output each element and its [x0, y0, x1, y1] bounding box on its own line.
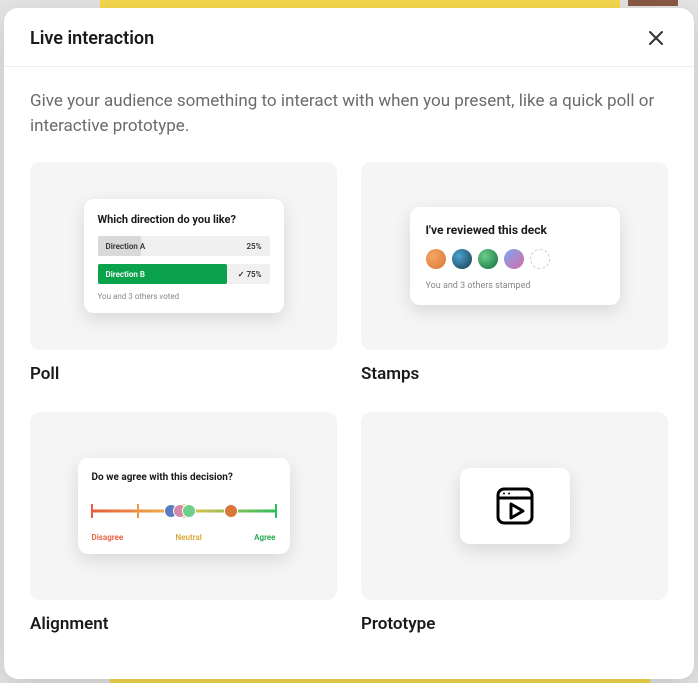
avatar [426, 249, 446, 269]
stamps-footer: You and 3 others stamped [426, 281, 604, 291]
prototype-preview-card [460, 468, 570, 544]
option-label: Poll [30, 364, 337, 384]
poll-thumbnail: Which direction do you like? Direction A… [30, 162, 337, 350]
option-label: Prototype [361, 614, 668, 634]
poll-choice-pct: ✓75% [238, 270, 262, 279]
alignment-preview-card: Do we agree with this decision? [78, 458, 290, 554]
avatar [478, 249, 498, 269]
option-label: Alignment [30, 614, 337, 634]
close-icon [647, 29, 665, 47]
poll-footer: You and 3 others voted [98, 292, 270, 301]
avatar [182, 504, 196, 518]
prototype-thumbnail [361, 412, 668, 600]
stamps-thumbnail: I've reviewed this deck You and 3 others… [361, 162, 668, 350]
stamps-title: I've reviewed this deck [426, 223, 604, 237]
option-prototype[interactable]: Prototype [361, 412, 668, 634]
play-frame-icon [493, 484, 537, 528]
modal-title: Live interaction [30, 28, 154, 49]
alignment-thumbnail: Do we agree with this decision? [30, 412, 337, 600]
avatar-placeholder [530, 249, 550, 269]
poll-choice-label: Direction A [98, 242, 146, 251]
label-agree: Agree [254, 533, 275, 542]
option-poll[interactable]: Which direction do you like? Direction A… [30, 162, 337, 384]
poll-choice-pct: 25% [246, 242, 261, 251]
label-disagree: Disagree [92, 533, 124, 542]
alignment-question: Do we agree with this decision? [92, 472, 276, 483]
scale-tick [137, 504, 139, 518]
option-stamps[interactable]: I've reviewed this deck You and 3 others… [361, 162, 668, 384]
modal-body: Give your audience something to interact… [4, 67, 694, 679]
avatar [452, 249, 472, 269]
scale-tick [91, 504, 93, 518]
scale-labels: Disagree Neutral Agree [92, 533, 276, 542]
poll-preview-card: Which direction do you like? Direction A… [84, 199, 284, 313]
live-interaction-modal: Live interaction Give your audience some… [4, 8, 694, 679]
modal-header: Live interaction [4, 8, 694, 67]
poll-choice-label: Direction B [98, 270, 145, 279]
avatar-cluster [224, 504, 238, 518]
label-neutral: Neutral [176, 533, 202, 542]
background-decoration [100, 0, 620, 8]
modal-description: Give your audience something to interact… [30, 89, 668, 138]
avatar [504, 249, 524, 269]
avatar [224, 504, 238, 518]
avatar-row [426, 249, 604, 269]
poll-question: Which direction do you like? [98, 213, 270, 226]
option-alignment[interactable]: Do we agree with this decision? [30, 412, 337, 634]
scale-tick [275, 504, 277, 518]
avatar-cluster [164, 504, 196, 518]
close-button[interactable] [644, 26, 668, 50]
stamps-preview-card: I've reviewed this deck You and 3 others… [410, 207, 620, 305]
poll-choice-a: Direction A 25% [98, 236, 270, 256]
options-grid: Which direction do you like? Direction A… [30, 162, 668, 634]
poll-choice-b: Direction B ✓75% [98, 264, 270, 284]
check-icon: ✓ [238, 270, 245, 279]
option-label: Stamps [361, 364, 668, 384]
alignment-scale [92, 499, 276, 523]
background-decoration [628, 0, 678, 6]
